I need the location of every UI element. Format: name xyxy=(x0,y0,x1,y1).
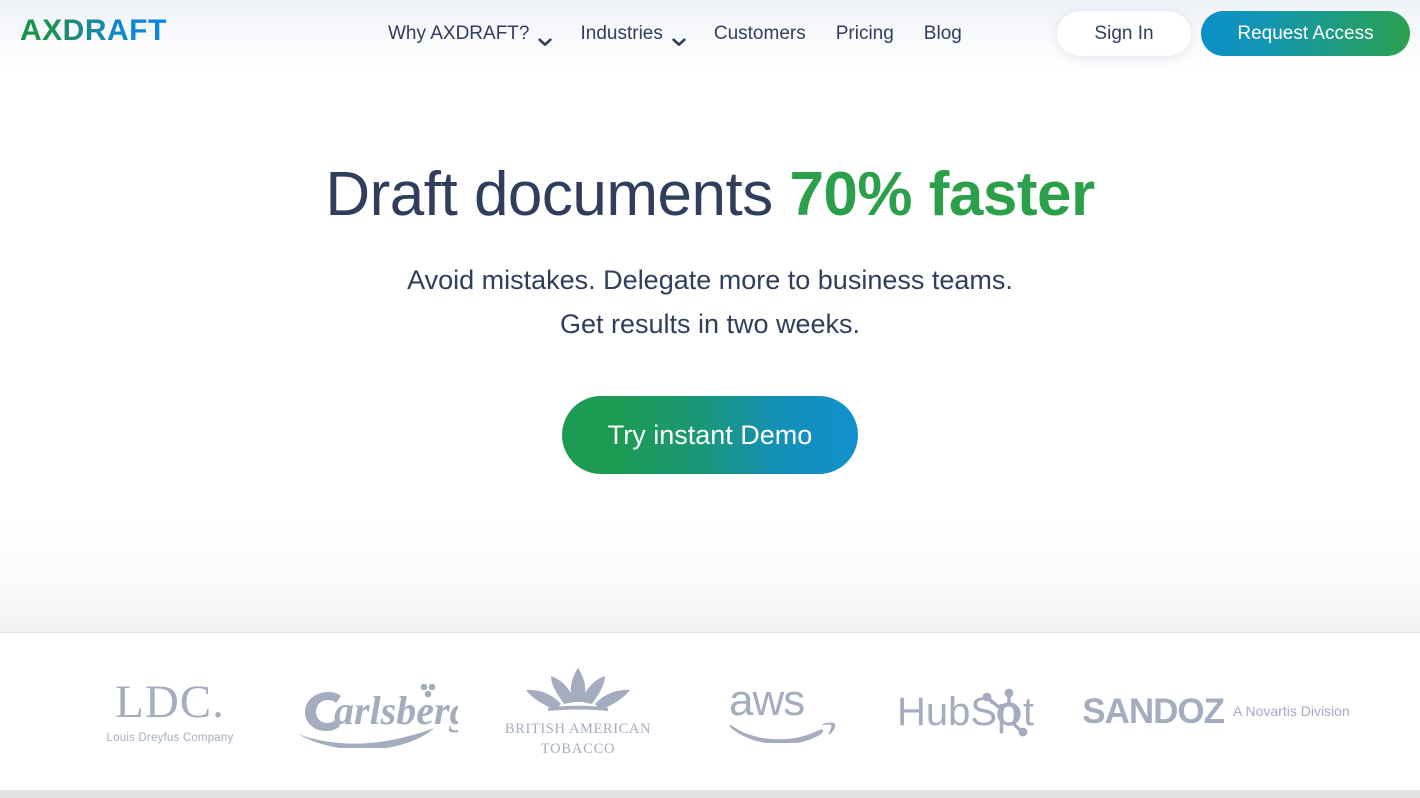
hero-title-plain: Draft documents xyxy=(325,160,790,229)
hero-subtitle: Avoid mistakes. Delegate more to busines… xyxy=(407,265,1013,340)
nav-item-blog[interactable]: Blog xyxy=(924,23,962,45)
nav-item-customers[interactable]: Customers xyxy=(714,23,806,45)
footer-band xyxy=(0,790,1420,798)
chevron-down-icon xyxy=(672,31,686,46)
logo-aws-mark: aws xyxy=(729,681,836,743)
try-instant-demo-button[interactable]: Try instant Demo xyxy=(562,396,858,475)
landing-page: AXDRAFT Why AXDRAFT? Industries Customer… xyxy=(0,0,1420,798)
svg-text:arlsberg: arlsberg xyxy=(334,688,458,733)
logo-sandoz-wordmark: SANDOZ xyxy=(1082,691,1225,731)
logo-british-american-tobacco: BRITISH AMERICAN TOBACCO xyxy=(472,662,684,762)
logo-ldc: LDC. Louis Dreyfus Company xyxy=(64,662,276,762)
logos-divider xyxy=(0,632,1420,633)
hero-title: Draft documents 70% faster xyxy=(0,160,1420,229)
logo-carlsberg: arlsberg xyxy=(276,662,472,762)
logo-carlsberg-mark: arlsberg xyxy=(298,683,458,748)
logo-ldc-tagline: Louis Dreyfus Company xyxy=(106,732,234,744)
svg-text:HubSp: HubSp xyxy=(897,690,1019,734)
chevron-down-icon xyxy=(538,31,553,46)
logo-sandoz: SANDOZ A Novartis Division xyxy=(1076,662,1356,762)
nav-item-label: Pricing xyxy=(835,23,894,44)
header-auth-actions: Sign In Request Access xyxy=(1057,11,1410,56)
nav-item-label: Industries xyxy=(580,23,663,44)
svg-text:aws: aws xyxy=(729,681,804,725)
customer-logo-strip: LDC. Louis Dreyfus Company arlsberg BRIT… xyxy=(0,633,1420,790)
main-navigation: Why AXDRAFT? Industries Customers Pricin… xyxy=(388,0,992,68)
svg-text:t: t xyxy=(1023,690,1034,734)
hero-cta-wrapper: Try instant Demo xyxy=(0,396,1420,475)
nav-item-label: Customers xyxy=(713,23,806,44)
logo-hubspot-mark: HubSp t xyxy=(897,688,1034,736)
nav-item-why-axdraft[interactable]: Why AXDRAFT? xyxy=(388,23,553,46)
logo-ldc-wordmark: LDC. xyxy=(115,676,225,728)
logo-bat-line2: TOBACCO xyxy=(540,740,616,757)
nav-item-pricing[interactable]: Pricing xyxy=(836,23,894,45)
nav-item-industries[interactable]: Industries xyxy=(580,23,686,46)
request-access-button[interactable]: Request Access xyxy=(1201,11,1410,56)
logo-bat-line1: BRITISH AMERICAN xyxy=(504,720,652,737)
sign-in-button[interactable]: Sign In xyxy=(1057,11,1191,56)
logo-hubspot: HubSp t xyxy=(880,662,1076,762)
nav-item-label: Blog xyxy=(923,23,962,44)
brand-logo[interactable]: AXDRAFT xyxy=(20,14,167,48)
nav-item-label: Why AXDRAFT? xyxy=(388,23,530,44)
logo-bat-leaf-icon xyxy=(526,667,630,711)
logo-sandoz-tagline: A Novartis Division xyxy=(1233,703,1350,720)
hero-title-highlight: 70% faster xyxy=(789,160,1095,229)
logo-aws: aws xyxy=(684,662,880,762)
site-header: AXDRAFT Why AXDRAFT? Industries Customer… xyxy=(0,0,1420,68)
hero-section: Draft documents 70% faster Avoid mistake… xyxy=(0,68,1420,632)
